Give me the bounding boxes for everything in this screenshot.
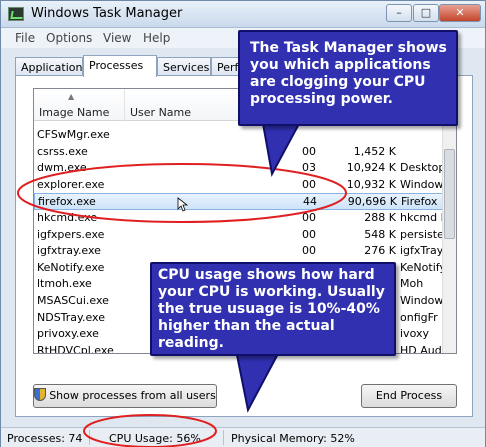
table-row[interactable]: igfxpers.exe 00 548 K persiste	[34, 227, 444, 244]
process-description: ivoxy	[400, 327, 429, 341]
process-name: KeNotify.exe	[37, 260, 105, 274]
process-cpu: 00	[302, 211, 316, 224]
process-cpu: 03	[302, 161, 316, 175]
callout-cpu-usage: CPU usage shows how hard your CPU is wor…	[150, 262, 396, 356]
process-name: hkcmd.exe	[37, 211, 98, 224]
process-name: firefox.exe	[38, 195, 96, 209]
close-button[interactable]: ✕	[439, 4, 481, 22]
process-memory: 276 K	[364, 244, 396, 258]
process-description: Firefox	[401, 195, 438, 209]
process-user	[130, 195, 220, 210]
scrollbar-thumb[interactable]	[444, 149, 455, 239]
process-user	[129, 178, 219, 193]
show-all-processes-button[interactable]: Show processes from all users	[33, 384, 217, 408]
tab-services[interactable]: Services	[157, 57, 211, 76]
minimize-button[interactable]: –	[386, 4, 412, 22]
status-separator	[89, 430, 90, 445]
process-name: privoxy.exe	[37, 327, 99, 341]
process-description: igfxTray	[400, 244, 444, 258]
process-description: Desktop	[400, 161, 444, 175]
process-cpu: 00	[302, 227, 316, 241]
process-description: Window	[400, 177, 444, 191]
menu-options[interactable]: Options	[46, 31, 92, 45]
process-description: HD Audi	[400, 343, 444, 354]
tab-applications[interactable]: Applications	[15, 57, 83, 76]
process-user	[129, 161, 219, 176]
process-cpu: 00	[302, 244, 316, 258]
process-description: hkcmd M	[400, 211, 444, 224]
process-memory: 288 K	[364, 211, 396, 224]
process-user	[129, 128, 219, 143]
process-description: KeNotify	[400, 260, 444, 274]
process-memory: 548 K	[364, 227, 396, 241]
table-row[interactable]: dwm.exe 03 10,924 K Desktop	[34, 160, 444, 177]
show-all-processes-label: Show processes from all users	[49, 389, 216, 402]
process-user	[129, 145, 219, 160]
process-description	[400, 145, 444, 160]
process-cpu: 00	[302, 144, 316, 158]
process-description	[400, 128, 444, 143]
table-row[interactable]: explorer.exe 00 10,932 K Window	[34, 177, 444, 194]
column-image-name[interactable]: Image Name	[34, 89, 125, 121]
processes-panel: ▲ Image Name User Name CFSwMgr.exe csrss.…	[15, 75, 473, 417]
menu-file[interactable]: File	[15, 31, 35, 45]
process-name: MSASCui.exe	[37, 294, 109, 307]
title-bar[interactable]: Windows Task Manager – □ ✕	[1, 1, 485, 28]
window-title: Windows Task Manager	[31, 6, 183, 21]
process-cpu: 44	[303, 195, 317, 209]
process-description: persiste	[400, 227, 444, 241]
table-row[interactable]: firefox.exe 44 90,696 K Firefox	[34, 193, 444, 211]
menu-help[interactable]: Help	[143, 31, 170, 45]
status-separator	[223, 430, 224, 445]
process-name: igfxpers.exe	[37, 227, 105, 241]
table-row[interactable]: csrss.exe 00 1,452 K	[34, 144, 444, 161]
process-name: ltmoh.exe	[37, 277, 92, 291]
maximize-button[interactable]: □	[413, 4, 439, 22]
process-memory	[319, 128, 396, 143]
process-user	[129, 244, 219, 259]
shield-icon	[34, 388, 47, 401]
process-description: onfigFr	[400, 310, 438, 324]
table-row[interactable]: hkcmd.exe 00 288 K hkcmd M	[34, 210, 444, 227]
menu-view[interactable]: View	[103, 31, 131, 45]
table-row[interactable]: CFSwMgr.exe	[34, 127, 444, 144]
process-user	[129, 228, 219, 243]
end-process-button[interactable]: End Process	[361, 384, 457, 408]
tab-processes[interactable]: Processes	[83, 55, 157, 77]
process-name: explorer.exe	[37, 177, 105, 191]
process-description: Moh	[400, 277, 424, 291]
process-memory: 90,696 K	[347, 195, 397, 209]
process-memory: 10,932 K	[346, 177, 396, 191]
callout-task-manager: The Task Manager shows you which applica…	[238, 30, 458, 126]
process-cpu: 00	[302, 177, 316, 191]
status-cpu-usage: CPU Usage: 56%	[109, 432, 201, 445]
vertical-scrollbar[interactable]	[442, 89, 456, 353]
status-physical-memory: Physical Memory: 52%	[231, 432, 355, 445]
process-description: Window	[400, 294, 444, 307]
process-name: dwm.exe	[37, 161, 87, 175]
process-name: CFSwMgr.exe	[37, 128, 110, 141]
table-row[interactable]: igfxtray.exe 00 276 K igfxTray	[34, 243, 444, 260]
process-name: csrss.exe	[37, 144, 88, 158]
process-memory: 10,924 K	[346, 161, 396, 175]
process-name: igfxtray.exe	[37, 244, 101, 258]
process-memory: 1,452 K	[353, 144, 396, 158]
process-name: NDSTray.exe	[37, 310, 105, 324]
process-cpu	[288, 128, 316, 143]
process-name: RtHDVCpl.exe	[37, 343, 114, 354]
status-processes: Processes: 74	[7, 432, 83, 445]
status-bar: Processes: 74 CPU Usage: 56% Physical Me…	[1, 427, 485, 447]
process-user	[129, 211, 219, 226]
task-manager-icon	[8, 7, 24, 21]
end-process-label: End Process	[375, 389, 443, 402]
